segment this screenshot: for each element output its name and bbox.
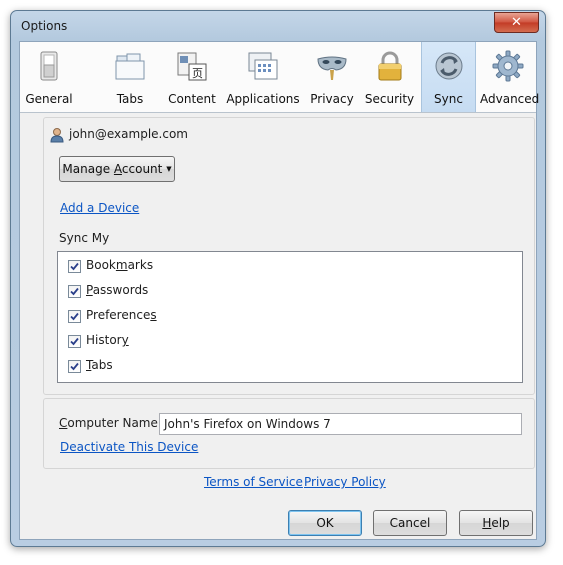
options-window: Options ✕ General Tabs 页 Content Applica… <box>10 10 546 547</box>
sync-icon <box>435 52 462 80</box>
tab-security[interactable]: Security <box>362 42 417 112</box>
tab-advanced[interactable]: Advanced <box>480 42 540 112</box>
tab-general-label: General <box>25 92 73 106</box>
tab-general[interactable]: General <box>23 42 75 112</box>
tabs-label: Tabs <box>86 358 113 372</box>
svg-text:页: 页 <box>192 67 203 80</box>
tabs-checkbox[interactable] <box>68 360 81 373</box>
computer-name-input[interactable]: John's Firefox on Windows 7 <box>159 413 522 435</box>
preferences-checkbox[interactable] <box>68 310 81 323</box>
padlock-icon <box>378 51 401 81</box>
tab-privacy-label: Privacy <box>310 92 354 106</box>
tab-sync[interactable]: Sync <box>421 42 476 112</box>
bookmarks-checkbox[interactable] <box>68 260 81 273</box>
bookmarks-label: Bookmarks <box>86 258 154 272</box>
tabs-icon <box>115 53 145 80</box>
passwords-checkbox[interactable] <box>68 285 81 298</box>
tab-tabs-label: Tabs <box>116 92 144 106</box>
add-device-link[interactable]: Add a Device <box>60 201 139 215</box>
tab-applications[interactable]: Applications <box>225 42 301 112</box>
manage-account-label: Manage <box>62 162 114 176</box>
privacy-policy-link[interactable]: Privacy Policy <box>304 475 386 489</box>
tab-sync-label: Sync <box>434 92 463 106</box>
tab-advanced-label: Advanced <box>480 92 540 106</box>
applications-icon <box>248 52 278 80</box>
computer-name-label: Computer Name: <box>59 416 162 430</box>
sync-items-list[interactable]: Bookmarks Passwords Preferences History … <box>57 251 523 383</box>
manage-account-label-rest: ccount <box>121 162 163 176</box>
content-icon: 页 <box>177 52 207 81</box>
user-icon <box>50 128 64 143</box>
deactivate-device-link[interactable]: Deactivate This Device <box>60 440 198 454</box>
account-email: john@example.com <box>69 127 188 141</box>
computer-name-value: John's Firefox on Windows 7 <box>164 417 331 431</box>
tab-content[interactable]: 页 Content <box>164 42 220 112</box>
history-label: History <box>86 333 129 347</box>
title-bar[interactable]: Options ✕ <box>11 11 545 41</box>
terms-of-service-link[interactable]: Terms of Service <box>204 475 303 489</box>
close-button[interactable]: ✕ <box>494 12 539 33</box>
options-toolbar: General Tabs 页 Content Applications Priv… <box>20 42 540 113</box>
tab-security-label: Security <box>364 92 415 106</box>
tab-tabs[interactable]: Tabs <box>108 42 152 112</box>
sync-pane: john@example.com Manage Account ▼ Add a … <box>20 113 536 539</box>
sync-my-label: Sync My <box>59 231 110 245</box>
dropdown-arrow-icon: ▼ <box>166 165 172 173</box>
history-checkbox[interactable] <box>68 335 81 348</box>
tab-privacy[interactable]: Privacy <box>308 42 356 112</box>
manage-account-accel: A <box>113 162 122 176</box>
tab-content-label: Content <box>168 92 216 106</box>
general-switch-icon <box>40 51 58 81</box>
manage-account-button[interactable]: Manage Account ▼ <box>59 156 175 182</box>
tab-applications-label: Applications <box>226 92 300 106</box>
help-label: elp <box>491 516 510 530</box>
privacy-mask-icon <box>317 56 347 80</box>
window-title: Options <box>21 19 68 33</box>
preferences-label: Preferences <box>86 308 157 322</box>
help-button[interactable]: Help <box>459 510 533 536</box>
cancel-button[interactable]: Cancel <box>373 510 447 536</box>
help-accel: H <box>482 516 492 530</box>
passwords-label: Passwords <box>86 283 149 297</box>
gear-icon <box>492 50 524 82</box>
dialog-content: General Tabs 页 Content Applications Priv… <box>19 41 540 540</box>
ok-button[interactable]: OK <box>288 510 362 536</box>
